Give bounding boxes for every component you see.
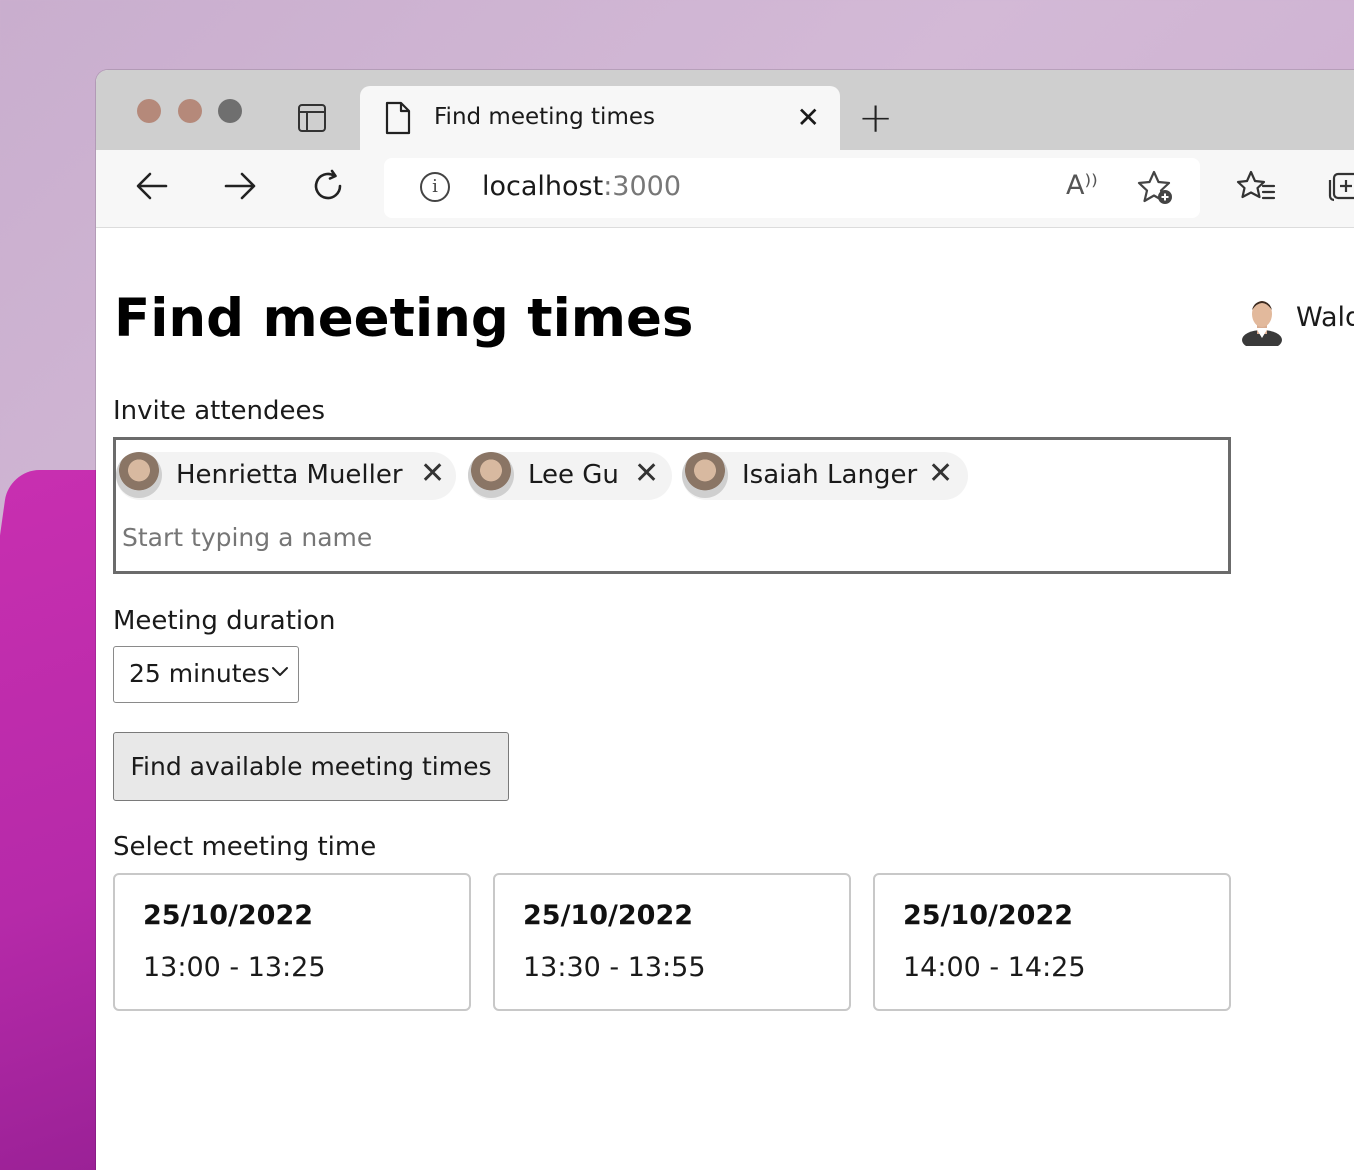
attendee-chip: Isaiah Langer ✕ [682,452,968,500]
select-meeting-time-label: Select meeting time [113,832,377,862]
slot-date: 25/10/2022 [903,900,1074,931]
tab-strip: Find meeting times ✕ + [96,70,1354,152]
window-minimize-button[interactable] [178,99,202,123]
attendee-name: Isaiah Langer [742,460,918,490]
duration-select[interactable]: 25 minutes [113,646,299,703]
attendee-search-input[interactable] [120,516,1024,558]
url-text[interactable]: localhost:3000 [482,171,681,202]
attendee-name: Henrietta Mueller [176,460,403,490]
chevron-down-icon [272,667,288,676]
find-available-times-button[interactable]: Find available meeting times [113,732,509,801]
attendee-chip: Henrietta Mueller ✕ [116,452,456,500]
duration-value: 25 minutes [129,659,270,688]
refresh-icon[interactable] [310,168,346,204]
url-port: :3000 [603,171,682,202]
tab-close-icon[interactable]: ✕ [797,104,820,132]
address-bar[interactable]: i localhost:3000 A⁾⁾ [384,158,1200,218]
url-host: localhost [482,171,604,202]
remove-attendee-icon[interactable]: ✕ [928,458,953,490]
meeting-slot-card[interactable]: 25/10/2022 13:00 - 13:25 [113,873,471,1011]
meeting-slot-card[interactable]: 25/10/2022 14:00 - 14:25 [873,873,1231,1011]
attendee-name: Lee Gu [528,460,619,490]
meeting-slot-card[interactable]: 25/10/2022 13:30 - 13:55 [493,873,851,1011]
slot-date: 25/10/2022 [523,900,694,931]
browser-window: Find meeting times ✕ + i localhost:3000 … [96,70,1354,1170]
meeting-duration-label: Meeting duration [113,606,336,636]
invite-attendees-label: Invite attendees [113,396,326,426]
remove-attendee-icon[interactable]: ✕ [634,458,659,490]
slot-time: 14:00 - 14:25 [903,952,1086,983]
window-close-button[interactable] [137,99,161,123]
collections-icon[interactable] [1326,168,1354,204]
slot-date: 25/10/2022 [143,900,314,931]
avatar [468,452,514,498]
arrow-left-icon[interactable] [134,168,170,204]
attendee-chip: Lee Gu ✕ [468,452,672,500]
slot-time: 13:30 - 13:55 [523,952,706,983]
tab-title: Find meeting times [434,104,655,130]
page-content: Find meeting times Waldo Invite attendee… [96,228,1354,1170]
user-name[interactable]: Waldo [1296,302,1354,333]
page-title: Find meeting times [114,288,694,349]
tab-actions-icon[interactable] [298,104,326,132]
new-tab-button[interactable]: + [858,97,893,139]
star-add-icon[interactable] [1136,168,1176,208]
favorites-icon[interactable] [1236,168,1276,204]
document-icon [385,101,411,135]
people-picker[interactable]: Henrietta Mueller ✕ Lee Gu ✕ Isaiah Lang… [113,437,1231,574]
read-aloud-icon[interactable]: A⁾⁾ [1066,170,1098,201]
avatar [116,452,162,498]
window-zoom-button[interactable] [218,99,242,123]
info-icon[interactable]: i [420,172,450,202]
tab-find-meeting-times[interactable]: Find meeting times ✕ [360,86,840,152]
user-avatar[interactable] [1240,294,1284,346]
slot-time: 13:00 - 13:25 [143,952,326,983]
browser-toolbar: i localhost:3000 A⁾⁾ [96,150,1354,228]
arrow-right-icon[interactable] [222,168,258,204]
remove-attendee-icon[interactable]: ✕ [420,458,445,490]
avatar [682,452,728,498]
